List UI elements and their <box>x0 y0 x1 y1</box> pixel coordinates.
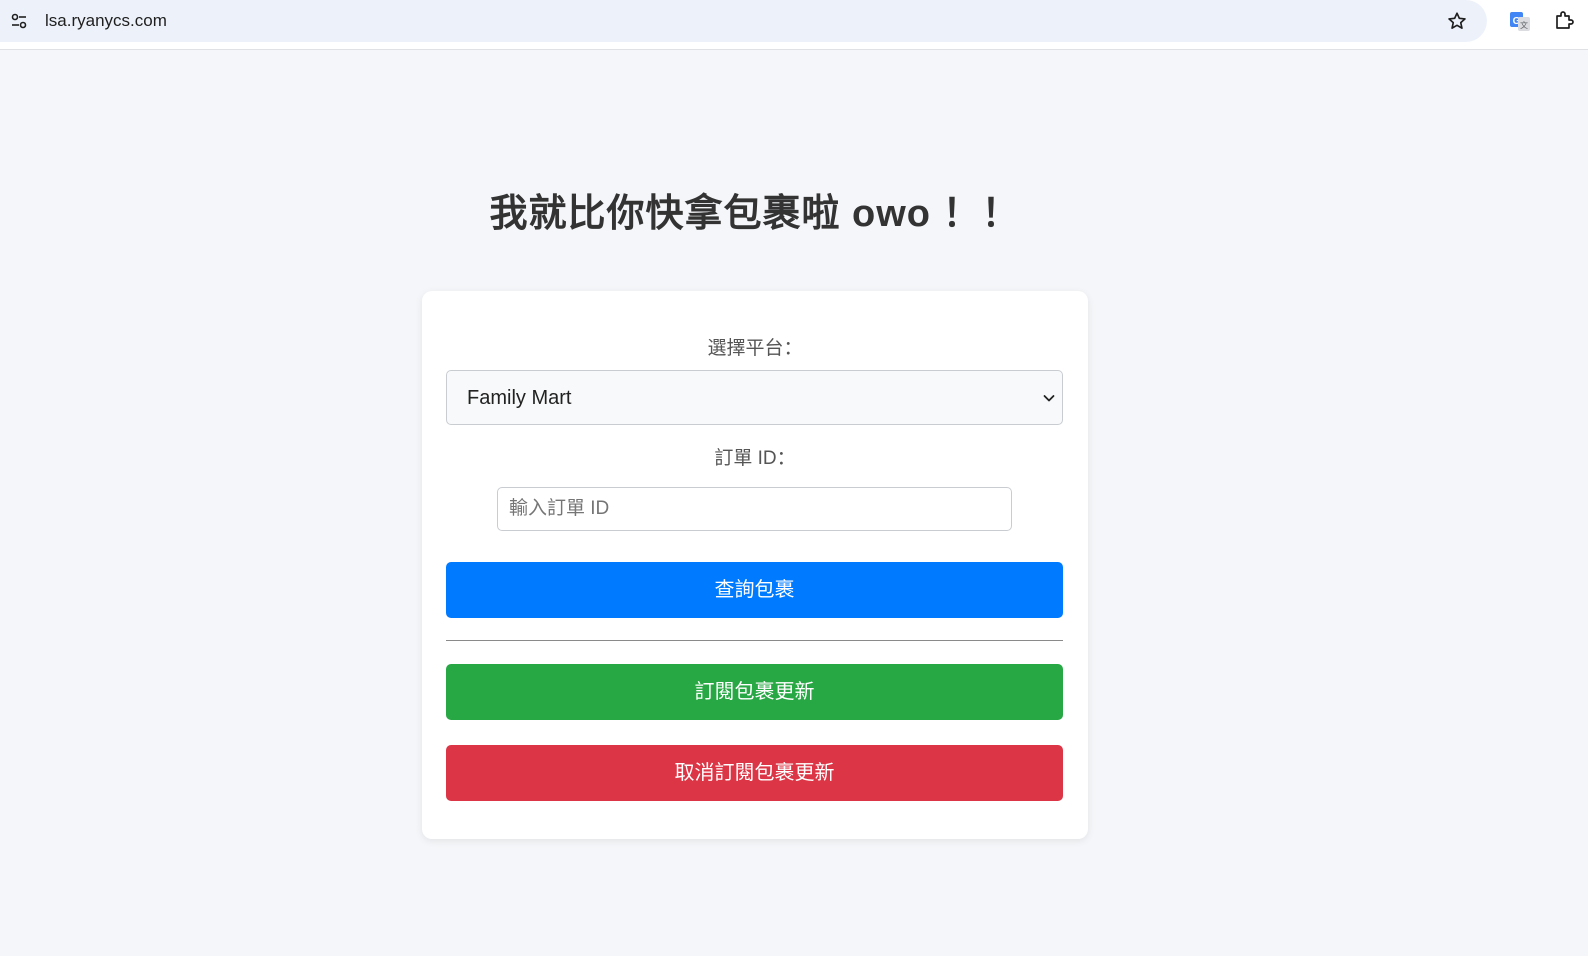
subscribe-updates-button[interactable]: 訂閱包裹更新 <box>446 664 1063 720</box>
bookmark-star-icon[interactable] <box>1446 10 1468 32</box>
extension-icon[interactable] <box>1553 10 1575 32</box>
site-info-icon[interactable] <box>9 11 29 31</box>
platform-select-value: Family Mart <box>467 387 572 409</box>
order-id-input[interactable] <box>497 487 1012 531</box>
unsubscribe-updates-button[interactable]: 取消訂閱包裹更新 <box>446 745 1063 801</box>
page-title: 我就比你快拿包裹啦 owo ！！ <box>489 193 1021 235</box>
query-package-button[interactable]: 查詢包裹 <box>446 562 1063 618</box>
order-id-label: 訂單 ID： <box>714 448 796 469</box>
package-query-card: 選擇平台： Family Mart 訂單 ID： 查詢包裹 訂閱包裹更新 取消訂… <box>422 291 1088 839</box>
svg-text:文: 文 <box>1520 20 1528 30</box>
chevron-down-icon <box>1042 391 1056 405</box>
browser-toolbar: lsa.ryanycs.com G 文 <box>0 0 1588 50</box>
divider <box>446 640 1063 641</box>
platform-select[interactable]: Family Mart <box>446 370 1063 425</box>
url-text[interactable]: lsa.ryanycs.com <box>45 11 167 31</box>
platform-label: 選擇平台： <box>707 338 803 359</box>
translate-icon[interactable]: G 文 <box>1509 10 1531 32</box>
address-bar[interactable]: lsa.ryanycs.com <box>0 0 1487 42</box>
